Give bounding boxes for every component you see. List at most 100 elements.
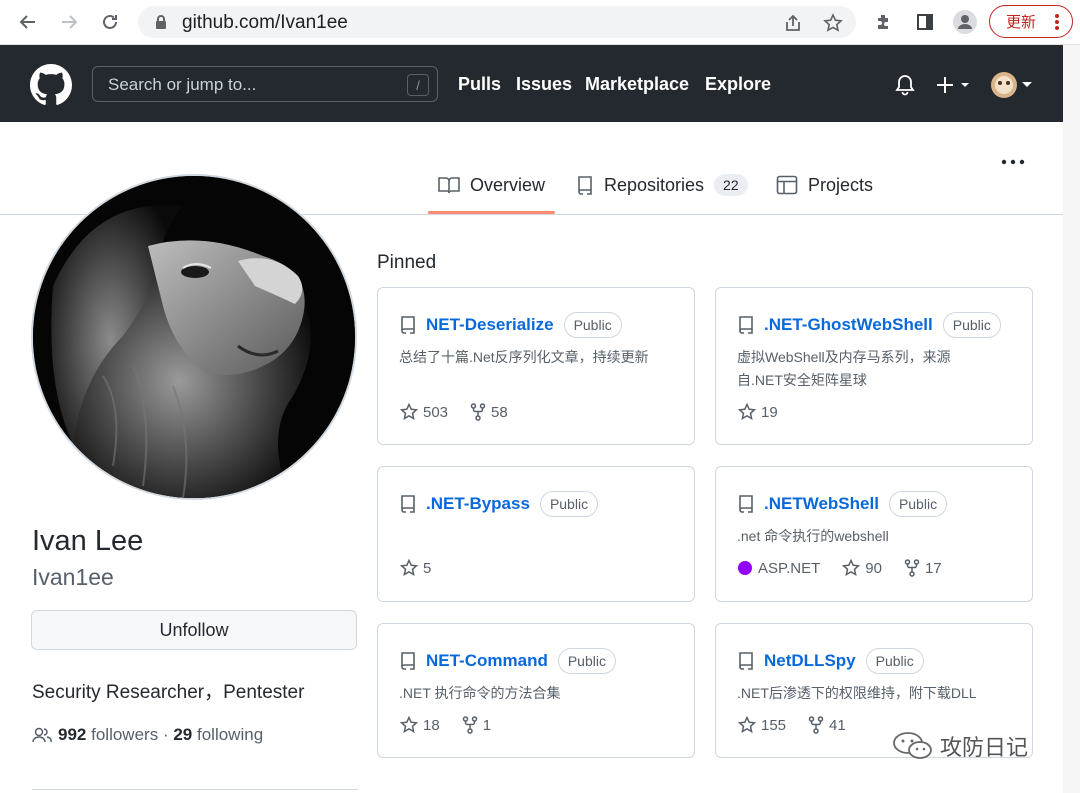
reload-icon[interactable] [96, 8, 124, 36]
forks-link[interactable]: 58 [470, 403, 508, 421]
forks-count: 1 [482, 716, 492, 734]
follow-separator: · [162, 725, 169, 744]
fork-icon [470, 403, 486, 421]
nav-pulls[interactable]: Pulls [458, 74, 501, 95]
forks-link[interactable]: 1 [462, 716, 491, 734]
star-icon [400, 559, 418, 576]
people-icon [32, 727, 52, 743]
unfollow-button[interactable]: Unfollow [31, 610, 357, 650]
profile-login: Ivan1ee [32, 564, 114, 590]
user-avatar-menu[interactable] [990, 71, 1036, 99]
repo-link[interactable]: .NET-GhostWebShell [764, 315, 933, 335]
star-icon [400, 716, 418, 733]
pinned-repo-card: .NETWebShell Public .net 命令执行的webshell A… [715, 466, 1033, 602]
repo-link[interactable]: NET-Deserialize [426, 315, 554, 335]
side-panel-icon[interactable] [911, 8, 939, 36]
stars-count: 503 [423, 403, 449, 421]
star-icon [400, 403, 418, 420]
repo-icon [401, 652, 415, 670]
bookmark-star-icon[interactable] [822, 12, 844, 34]
followers-label[interactable]: followers [91, 725, 158, 745]
search-placeholder: Search or jump to... [108, 75, 257, 94]
repo-description: .NET 执行命令的方法合集 [399, 685, 561, 701]
repo-link[interactable]: .NETWebShell [764, 494, 879, 514]
stars-link[interactable]: 5 [400, 559, 431, 577]
stars-count: 19 [761, 403, 778, 421]
nav-explore[interactable]: Explore [705, 74, 771, 95]
wechat-icon [893, 732, 932, 759]
tab-projects[interactable]: Projects [776, 170, 873, 200]
update-button[interactable]: 更新 [989, 5, 1073, 38]
notifications-bell-icon[interactable] [893, 73, 917, 97]
github-logo-icon[interactable] [30, 64, 72, 111]
repo-icon [739, 652, 753, 670]
tab-repositories-label: Repositories [604, 174, 705, 195]
watermark-text: 攻防日记 [940, 735, 1029, 760]
pinned-repo-card: .NET-GhostWebShell Public 虚拟WebShell及内存马… [715, 287, 1033, 445]
back-icon[interactable] [14, 8, 42, 36]
star-icon [842, 559, 861, 576]
nav-marketplace[interactable]: Marketplace [585, 74, 689, 95]
repo-icon [401, 316, 415, 334]
fork-icon [808, 716, 824, 734]
language-tag: ASP.NET [738, 560, 820, 577]
repo-icon [739, 316, 753, 334]
forks-link[interactable]: 17 [904, 559, 942, 577]
repo-icon [401, 495, 415, 513]
stars-link[interactable]: 19 [738, 403, 778, 421]
profile-divider [32, 789, 358, 790]
extensions-icon[interactable] [870, 8, 898, 36]
pinned-heading: Pinned [377, 252, 437, 273]
book-icon [438, 177, 460, 194]
url-text: github.com/Ivan1ee [182, 12, 348, 33]
stars-link[interactable]: 18 [400, 716, 440, 734]
stars-link[interactable]: 155 [738, 716, 786, 734]
repositories-count: 22 [714, 174, 748, 196]
profile-icon[interactable] [951, 8, 979, 36]
project-icon [776, 175, 798, 195]
tab-repositories[interactable]: Repositories 22 [576, 170, 748, 200]
visibility-badge: Public [865, 648, 924, 674]
visibility-badge: Public [888, 491, 948, 517]
search-input[interactable]: Search or jump to... / [92, 66, 438, 102]
following-count[interactable]: 29 [173, 725, 192, 745]
forks-count: 17 [924, 559, 942, 577]
more-options-icon[interactable] [1000, 152, 1026, 177]
create-new-plus-icon[interactable] [935, 73, 975, 97]
stars-count: 90 [865, 559, 882, 577]
forks-count: 41 [829, 716, 846, 734]
visibility-badge: Public [557, 648, 616, 674]
profile-avatar [31, 174, 357, 500]
browser-toolbar: github.com/Ivan1ee 更新 [0, 0, 1080, 45]
more-vert-icon [1054, 12, 1060, 36]
repo-description: .NET后渗透下的权限维持，附下载DLL [737, 685, 977, 701]
search-shortcut-key: / [407, 74, 429, 96]
repo-icon [739, 495, 753, 513]
tab-overview[interactable]: Overview [438, 170, 545, 200]
nav-issues[interactable]: Issues [516, 74, 572, 95]
tab-overview-label: Overview [470, 174, 546, 195]
repo-link[interactable]: NET-Command [426, 651, 548, 671]
star-icon [738, 716, 756, 733]
fork-icon [462, 716, 477, 734]
followers-count[interactable]: 992 [58, 725, 86, 745]
address-bar[interactable]: github.com/Ivan1ee [138, 6, 856, 38]
scrollbar[interactable] [1063, 45, 1080, 793]
language-color-dot [738, 561, 752, 575]
repo-link[interactable]: NetDLLSpy [764, 651, 856, 671]
wechat-watermark: 攻防日记 [892, 730, 1028, 762]
repo-link[interactable]: .NET-Bypass [426, 494, 530, 514]
stars-link[interactable]: 90 [842, 559, 882, 577]
visibility-badge: Public [942, 312, 1001, 338]
visibility-badge: Public [563, 312, 622, 338]
repo-description: 总结了十篇.Net反序列化文章，持续更新 [399, 349, 649, 365]
stars-link[interactable]: 503 [400, 403, 448, 421]
forks-link[interactable]: 41 [808, 716, 846, 734]
lock-icon [154, 14, 168, 35]
forks-count: 58 [491, 403, 508, 421]
following-label[interactable]: following [197, 725, 263, 745]
share-icon[interactable] [782, 12, 804, 34]
forward-icon[interactable] [55, 8, 83, 36]
language-name: ASP.NET [758, 559, 821, 577]
stars-count: 155 [761, 716, 787, 734]
